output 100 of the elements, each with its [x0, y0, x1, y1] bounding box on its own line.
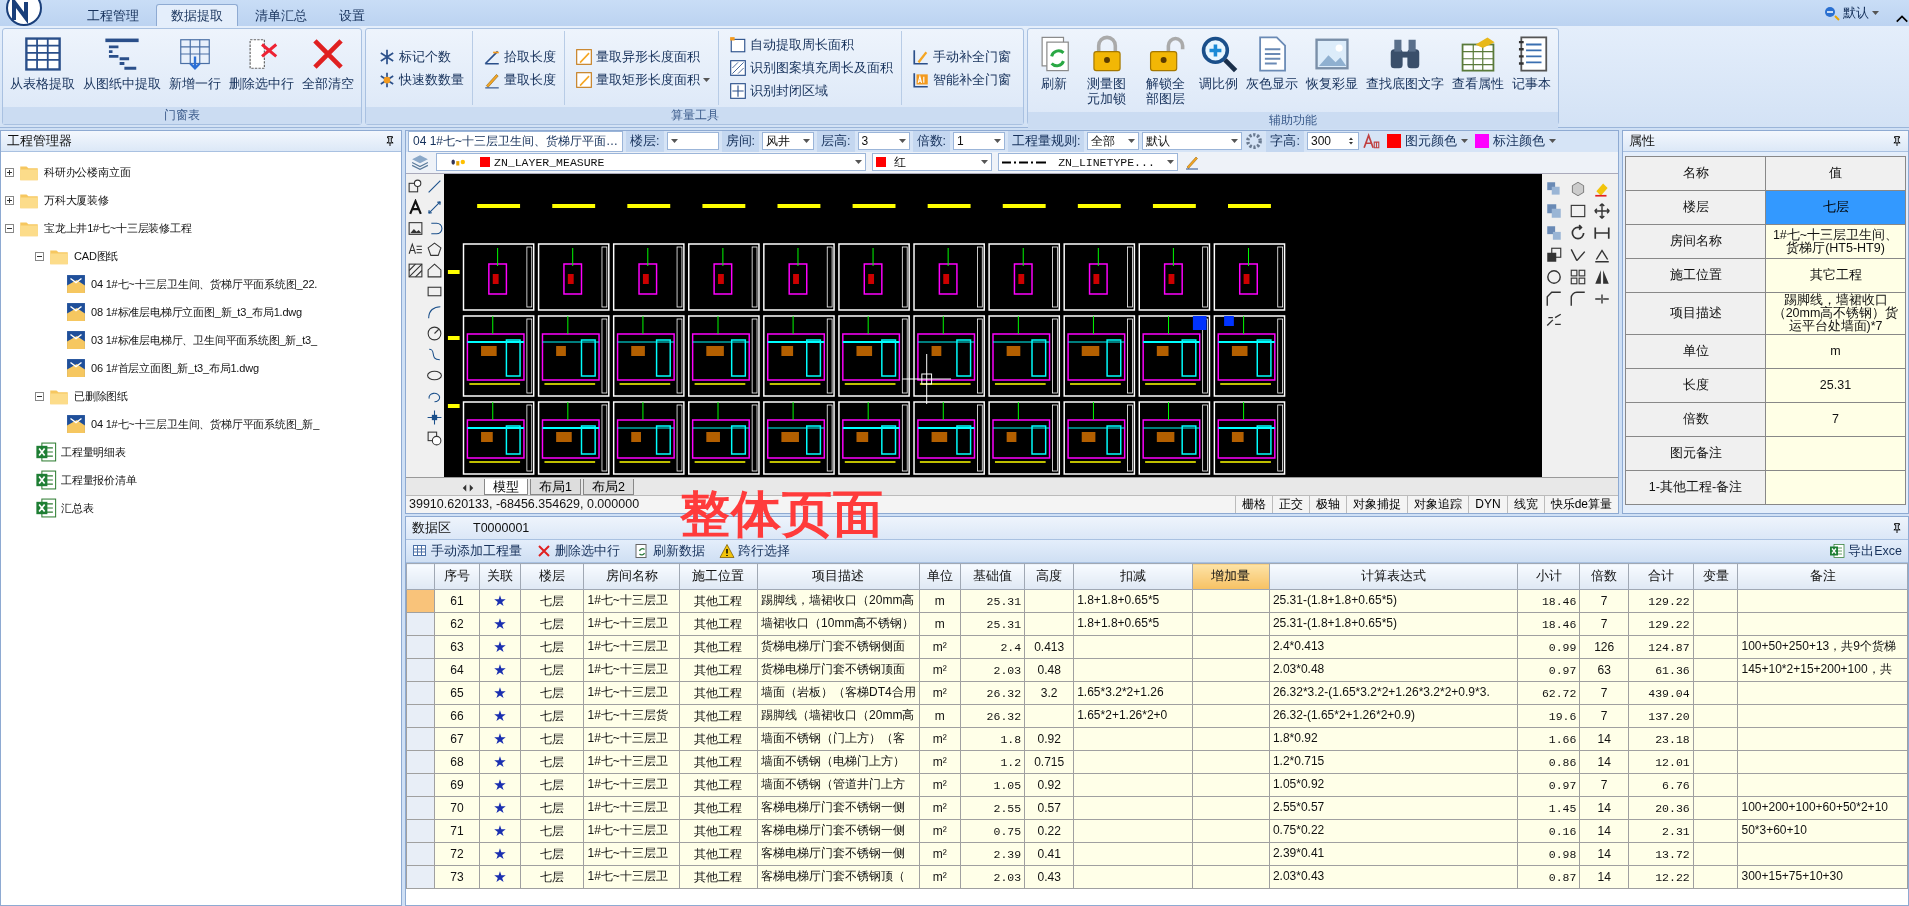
- dropdown-field[interactable]: 1: [953, 132, 1005, 151]
- status-toggle[interactable]: 对象追踪: [1407, 495, 1469, 513]
- column-header[interactable]: 增加量: [1192, 563, 1270, 590]
- ribbon-button[interactable]: 新增一行: [166, 31, 224, 105]
- tree-item[interactable]: 已删除图纸: [74, 388, 128, 404]
- status-toggle[interactable]: 对象捕捉: [1346, 495, 1408, 513]
- ribbon-button[interactable]: 查看属性: [1449, 31, 1508, 110]
- layer-dropdown[interactable]: ZN_LAYER_MEASURE: [436, 153, 866, 172]
- export-button[interactable]: 导出Exce: [1827, 542, 1904, 560]
- tree-item[interactable]: 工程量报价清单: [61, 472, 137, 488]
- column-header[interactable]: 变量: [1693, 563, 1738, 590]
- tree-item[interactable]: 04 1#七~十三层卫生间、货梯厅平面系统图_22.: [91, 276, 318, 292]
- dropdown-field[interactable]: [666, 132, 719, 151]
- tool-button[interactable]: 识别图案填充周长及面积: [727, 58, 895, 78]
- tool-button[interactable]: 自动提取周长面积: [727, 35, 895, 55]
- row-header[interactable]: [406, 612, 435, 636]
- property-value[interactable]: 25.31: [1765, 368, 1906, 403]
- column-header[interactable]: 备注: [1738, 563, 1908, 590]
- tool-button[interactable]: 拾取长度: [481, 46, 558, 67]
- color-dropdown[interactable]: 红: [872, 153, 992, 172]
- column-header[interactable]: 楼层: [520, 563, 584, 590]
- row-header[interactable]: [406, 842, 435, 866]
- property-value[interactable]: [1765, 470, 1906, 505]
- row-header[interactable]: [406, 796, 435, 820]
- ribbon-button[interactable]: 恢复彩显: [1303, 31, 1362, 110]
- tool-button[interactable]: 识别封闭区域: [727, 81, 895, 101]
- row-header[interactable]: [406, 865, 435, 889]
- tool-button[interactable]: 量取异形长度面积: [573, 46, 712, 67]
- tool-button[interactable]: 快速数数量: [376, 69, 466, 90]
- column-header[interactable]: 房间名称: [583, 563, 680, 590]
- status-toggle[interactable]: 栅格: [1235, 495, 1273, 513]
- property-value[interactable]: 七层: [1765, 190, 1906, 225]
- tree-item[interactable]: 科研办公楼南立面: [44, 164, 131, 180]
- column-header[interactable]: 合计: [1628, 563, 1694, 590]
- tree-item[interactable]: 汇总表: [61, 500, 94, 516]
- property-value[interactable]: 踢脚线，墙裙收口（20mm高不锈钢）货运平台处墙面)*7: [1765, 292, 1906, 335]
- layout-tab[interactable]: 布局1: [530, 478, 581, 495]
- column-header[interactable]: 高度: [1024, 563, 1074, 590]
- tool-button[interactable]: 量取矩形长度面积: [573, 69, 712, 90]
- property-value[interactable]: 1#七~十三层卫生间、货梯厅(HT5-HT9): [1765, 224, 1906, 259]
- ribbon-button[interactable]: 从表格提取: [7, 31, 78, 105]
- row-header[interactable]: [406, 819, 435, 843]
- tree-item[interactable]: 08 1#标准层电梯厅立面图_新_t3_布局1.dwg: [91, 304, 302, 320]
- tool-button[interactable]: 量取长度: [481, 69, 558, 90]
- status-toggle[interactable]: 正交: [1272, 495, 1310, 513]
- ribbon-button[interactable]: 从图纸中提取: [80, 31, 164, 105]
- row-header[interactable]: [406, 704, 435, 728]
- layout-tab[interactable]: 模型: [484, 478, 528, 495]
- row-header[interactable]: [406, 681, 435, 705]
- ribbon-button[interactable]: 测量图元加锁: [1078, 31, 1136, 110]
- toolbar-button[interactable]: 删除选中行: [534, 542, 622, 560]
- ribbon-button[interactable]: 解锁全部图层: [1137, 31, 1195, 110]
- tool-button[interactable]: 标记个数: [376, 46, 466, 67]
- row-header[interactable]: [406, 658, 435, 682]
- tree-item[interactable]: 工程量明细表: [61, 444, 126, 460]
- profile-dropdown[interactable]: 默认: [1818, 3, 1885, 23]
- row-header[interactable]: [406, 635, 435, 659]
- ribbon-button[interactable]: 查找底图文字: [1363, 31, 1448, 110]
- column-header[interactable]: 项目描述: [757, 563, 920, 590]
- property-value[interactable]: [1765, 436, 1906, 471]
- ribbon-button[interactable]: 刷新: [1032, 31, 1076, 110]
- column-header[interactable]: 单位: [919, 563, 961, 590]
- color-picker[interactable]: 图元颜色: [1384, 132, 1470, 150]
- tree-item[interactable]: CAD图纸: [74, 248, 119, 264]
- column-header[interactable]: 扣减: [1073, 563, 1193, 590]
- toolbar-button[interactable]: 跨行选择: [717, 542, 792, 560]
- tree-item[interactable]: 宝龙上井1#七~十三层装修工程: [44, 220, 192, 236]
- tree-item[interactable]: 04 1#七~十三层卫生间、货梯厅平面系统图_新_: [91, 416, 320, 432]
- ribbon-button[interactable]: 记事本: [1509, 31, 1555, 110]
- dropdown-field[interactable]: 默认: [1142, 132, 1243, 151]
- row-header[interactable]: [406, 773, 435, 797]
- expand-icon[interactable]: [5, 167, 14, 177]
- select-all-corner[interactable]: [406, 563, 435, 590]
- status-toggle[interactable]: 线宽: [1506, 495, 1544, 513]
- column-header[interactable]: 序号: [434, 563, 480, 590]
- status-toggle[interactable]: 快乐de算量: [1543, 495, 1618, 513]
- ribbon-button[interactable]: 灰色显示: [1243, 31, 1302, 110]
- layout-tab[interactable]: 布局2: [582, 478, 634, 495]
- column-header[interactable]: 计算表达式: [1269, 563, 1518, 590]
- ribbon-button[interactable]: 调比例: [1196, 31, 1242, 110]
- expand-icon[interactable]: [5, 195, 14, 205]
- column-header[interactable]: 小计: [1517, 563, 1580, 590]
- property-value[interactable]: 其它工程: [1765, 258, 1906, 293]
- menu-tab[interactable]: 设置: [324, 4, 380, 26]
- spin-field[interactable]: 300: [1306, 132, 1359, 151]
- menu-tab[interactable]: 数据提取: [156, 4, 238, 26]
- ribbon-button[interactable]: 全部清空: [299, 31, 357, 105]
- property-value[interactable]: m: [1765, 334, 1906, 369]
- menu-tab[interactable]: 清单汇总: [240, 4, 322, 26]
- toolbar-button[interactable]: 刷新数据: [632, 542, 707, 560]
- status-toggle[interactable]: 极轴: [1309, 495, 1347, 513]
- color-picker[interactable]: 标注颜色: [1472, 132, 1558, 150]
- linetype-dropdown[interactable]: ZN_LINETYPE...: [998, 153, 1178, 172]
- row-header[interactable]: [406, 750, 435, 774]
- menu-tab[interactable]: 工程管理: [72, 4, 154, 26]
- tool-button[interactable]: 智能补全门窗: [910, 69, 1013, 90]
- column-header[interactable]: 基础值: [960, 563, 1025, 590]
- tool-button[interactable]: 手动补全门窗: [910, 46, 1013, 67]
- ribbon-button[interactable]: 删除选中行: [226, 31, 297, 105]
- status-toggle[interactable]: DYN: [1468, 495, 1507, 513]
